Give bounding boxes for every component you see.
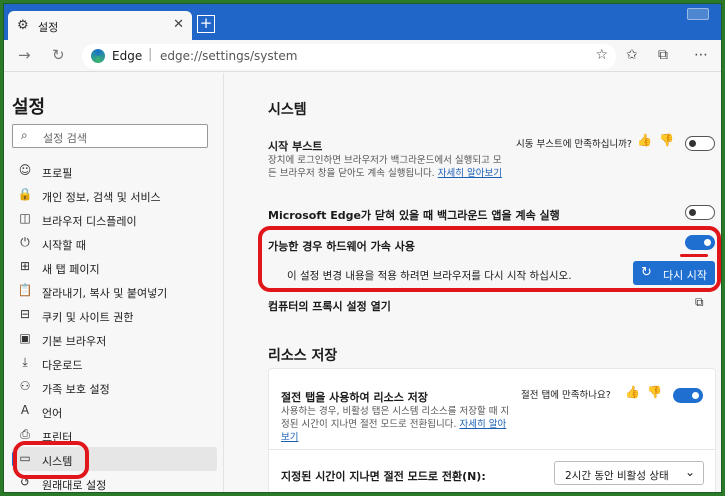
tab-title: 설정: [38, 21, 59, 34]
background-apps-title: Microsoft Edge가 닫혀 있을 때 백그라운드 앱을 계속 실행: [268, 209, 560, 222]
settings-search-input[interactable]: ⌕ 설정 검색: [12, 124, 208, 148]
forward-arrow-icon[interactable]: →: [18, 46, 31, 64]
printer-icon: ⎙: [20, 427, 30, 441]
window-control-button[interactable]: [687, 8, 709, 20]
sidebar-item-label: 브라우저 디스플레이: [42, 215, 137, 228]
settings-title: 설정: [12, 97, 46, 118]
system-heading: 시스템: [268, 102, 307, 118]
toolbar: → ↻ Edge | edge://settings/system ☆ ✩ ⧉ …: [4, 40, 721, 72]
startup-boost-toggle[interactable]: [685, 136, 715, 151]
toggle-knob: [692, 392, 699, 399]
family-icon: ⚇: [19, 379, 31, 393]
profile-icon: ☺: [18, 163, 32, 177]
refresh-icon[interactable]: ↻: [52, 46, 65, 64]
language-icon: A: [20, 403, 30, 417]
startup-boost-title: 시작 부스트: [268, 140, 323, 153]
address-brand: Edge: [112, 49, 143, 63]
thumbs-down-icon[interactable]: 👎: [647, 385, 662, 399]
startup-boost-description: 장치에 로그인하면 브라우저가 백그라운드에서 실행되고 모든 브라우저 창을 …: [268, 154, 503, 180]
favorites-icon[interactable]: ✩: [626, 47, 638, 63]
settings-sidebar: 설정 ⌕ 설정 검색 ☺ 프로필 🔒 개인 정보, 검색 및 서비스 ◫ 브라우저 디…: [4, 73, 224, 492]
sidebar-item-share-copy-paste[interactable]: 📋 잘라내기, 복사 및 붙여넣기: [12, 279, 217, 303]
card-divider: [269, 449, 715, 450]
background-apps-toggle[interactable]: [685, 205, 715, 220]
sleep-after-value: 2시간 동안 비활성 상태: [565, 470, 669, 482]
tab-settings[interactable]: ⚙ 설정 ✕: [8, 11, 192, 40]
new-tab-button[interactable]: +: [197, 15, 215, 33]
search-icon: ⌕: [21, 128, 28, 142]
resources-heading: 리소스 저장: [268, 348, 338, 364]
chevron-down-icon: ⌄: [684, 465, 695, 479]
sidebar-item-family[interactable]: ⚇ 가족 보호 설정: [12, 375, 217, 399]
sidebar-item-startup[interactable]: ⏻ 시작할 때: [12, 231, 217, 255]
sidebar-item-label: 언어: [42, 407, 63, 420]
sidebar-item-languages[interactable]: A 언어: [12, 399, 217, 423]
external-link-icon[interactable]: ⧉: [695, 295, 704, 310]
settings-content: 시스템 시작 부스트 장치에 로그인하면 브라우저가 백그라운드에서 실행되고 …: [225, 73, 721, 492]
thumbs-up-icon[interactable]: 👍: [637, 133, 652, 147]
sleeping-tabs-feedback-text: 절전 탭에 만족하나요?: [521, 390, 611, 401]
sidebar-item-default-browser[interactable]: ▣ 기본 브라우저: [12, 327, 217, 351]
sidebar-item-cookies[interactable]: ⊟ 쿠키 및 사이트 권한: [12, 303, 217, 327]
sidebar-item-label: 다운로드: [42, 359, 83, 372]
sleeping-tabs-toggle[interactable]: [673, 388, 703, 403]
sleeping-tabs-description: 사용하는 경우, 비활성 탭은 시스템 리소스를 저장할 때 지정된 시간이 지…: [281, 405, 511, 444]
close-tab-icon[interactable]: ✕: [173, 17, 184, 32]
sidebar-item-label: 프로필: [42, 167, 73, 180]
sleep-after-select[interactable]: 2시간 동안 비활성 상태 ⌄: [554, 461, 704, 485]
sidebar-item-downloads[interactable]: ⤓ 다운로드: [12, 351, 217, 375]
sleeping-tabs-title: 절전 탭을 사용하여 리소스 저장: [281, 391, 428, 404]
sidebar-item-label: 쿠키 및 사이트 권한: [42, 311, 134, 324]
lock-icon: 🔒: [17, 187, 33, 201]
highlight-system-item: [13, 441, 89, 479]
thumbs-up-icon[interactable]: 👍: [625, 385, 640, 399]
sidebar-item-label: 새 탭 페이지: [42, 263, 100, 276]
startup-boost-feedback-text: 시동 부스트에 만족하십니까?: [516, 139, 632, 150]
gear-icon: ⚙: [17, 18, 29, 33]
download-icon: ⤓: [22, 355, 28, 369]
sleeping-tabs-card: 절전 탭을 사용하여 리소스 저장 사용하는 경우, 비활성 탭은 시스템 리소…: [268, 368, 716, 492]
sidebar-item-label: 가족 보호 설정: [42, 383, 110, 396]
add-favorite-icon[interactable]: ☆: [595, 47, 608, 63]
sidebar-item-label: 원래대로 설정: [42, 479, 107, 492]
display-icon: ◫: [19, 211, 31, 225]
sidebar-item-appearance[interactable]: ◫ 브라우저 디스플레이: [12, 207, 217, 231]
highlight-hardware-acceleration: [258, 226, 721, 292]
sidebar-item-label: 개인 정보, 검색 및 서비스: [42, 191, 161, 204]
edge-logo-icon: [91, 49, 105, 63]
thumbs-down-icon[interactable]: 👎: [659, 133, 674, 147]
proxy-settings-title[interactable]: 컴퓨터의 프록시 설정 열기: [268, 298, 391, 314]
sleep-after-label: 지정된 시간이 지나면 절전 모드로 전환(N):: [281, 470, 486, 483]
browser-icon: ▣: [19, 331, 31, 345]
address-bar[interactable]: Edge | edge://settings/system ☆: [82, 44, 616, 69]
sidebar-item-label: 잘라내기, 복사 및 붙여넣기: [42, 287, 168, 300]
title-bar: ⚙ 설정 ✕ +: [4, 4, 721, 40]
collections-icon[interactable]: ⧉: [658, 47, 668, 63]
toggle-knob: [689, 209, 696, 216]
sidebar-item-newtab[interactable]: ⊞ 새 탭 페이지: [12, 255, 217, 279]
sidebar-item-label: 시작할 때: [42, 239, 86, 252]
address-separator: |: [148, 47, 153, 62]
toggle-knob: [689, 140, 696, 147]
newtab-icon: ⊞: [19, 259, 31, 273]
more-icon[interactable]: ⋯: [694, 47, 708, 63]
sidebar-item-label: 기본 브라우저: [42, 335, 107, 348]
clipboard-icon: 📋: [17, 283, 33, 297]
power-icon: ⏻: [20, 235, 30, 249]
cookie-icon: ⊟: [19, 307, 31, 321]
browser-window: ⚙ 설정 ✕ + → ↻ Edge | edge://settings/syst…: [3, 3, 722, 493]
url-text[interactable]: edge://settings/system: [160, 49, 297, 63]
sidebar-item-privacy[interactable]: 🔒 개인 정보, 검색 및 서비스: [12, 183, 217, 207]
search-placeholder: 설정 검색: [43, 132, 87, 145]
startup-boost-learn-more-link[interactable]: 자세히 알아보기: [438, 168, 502, 179]
sidebar-item-profile[interactable]: ☺ 프로필: [12, 159, 217, 183]
